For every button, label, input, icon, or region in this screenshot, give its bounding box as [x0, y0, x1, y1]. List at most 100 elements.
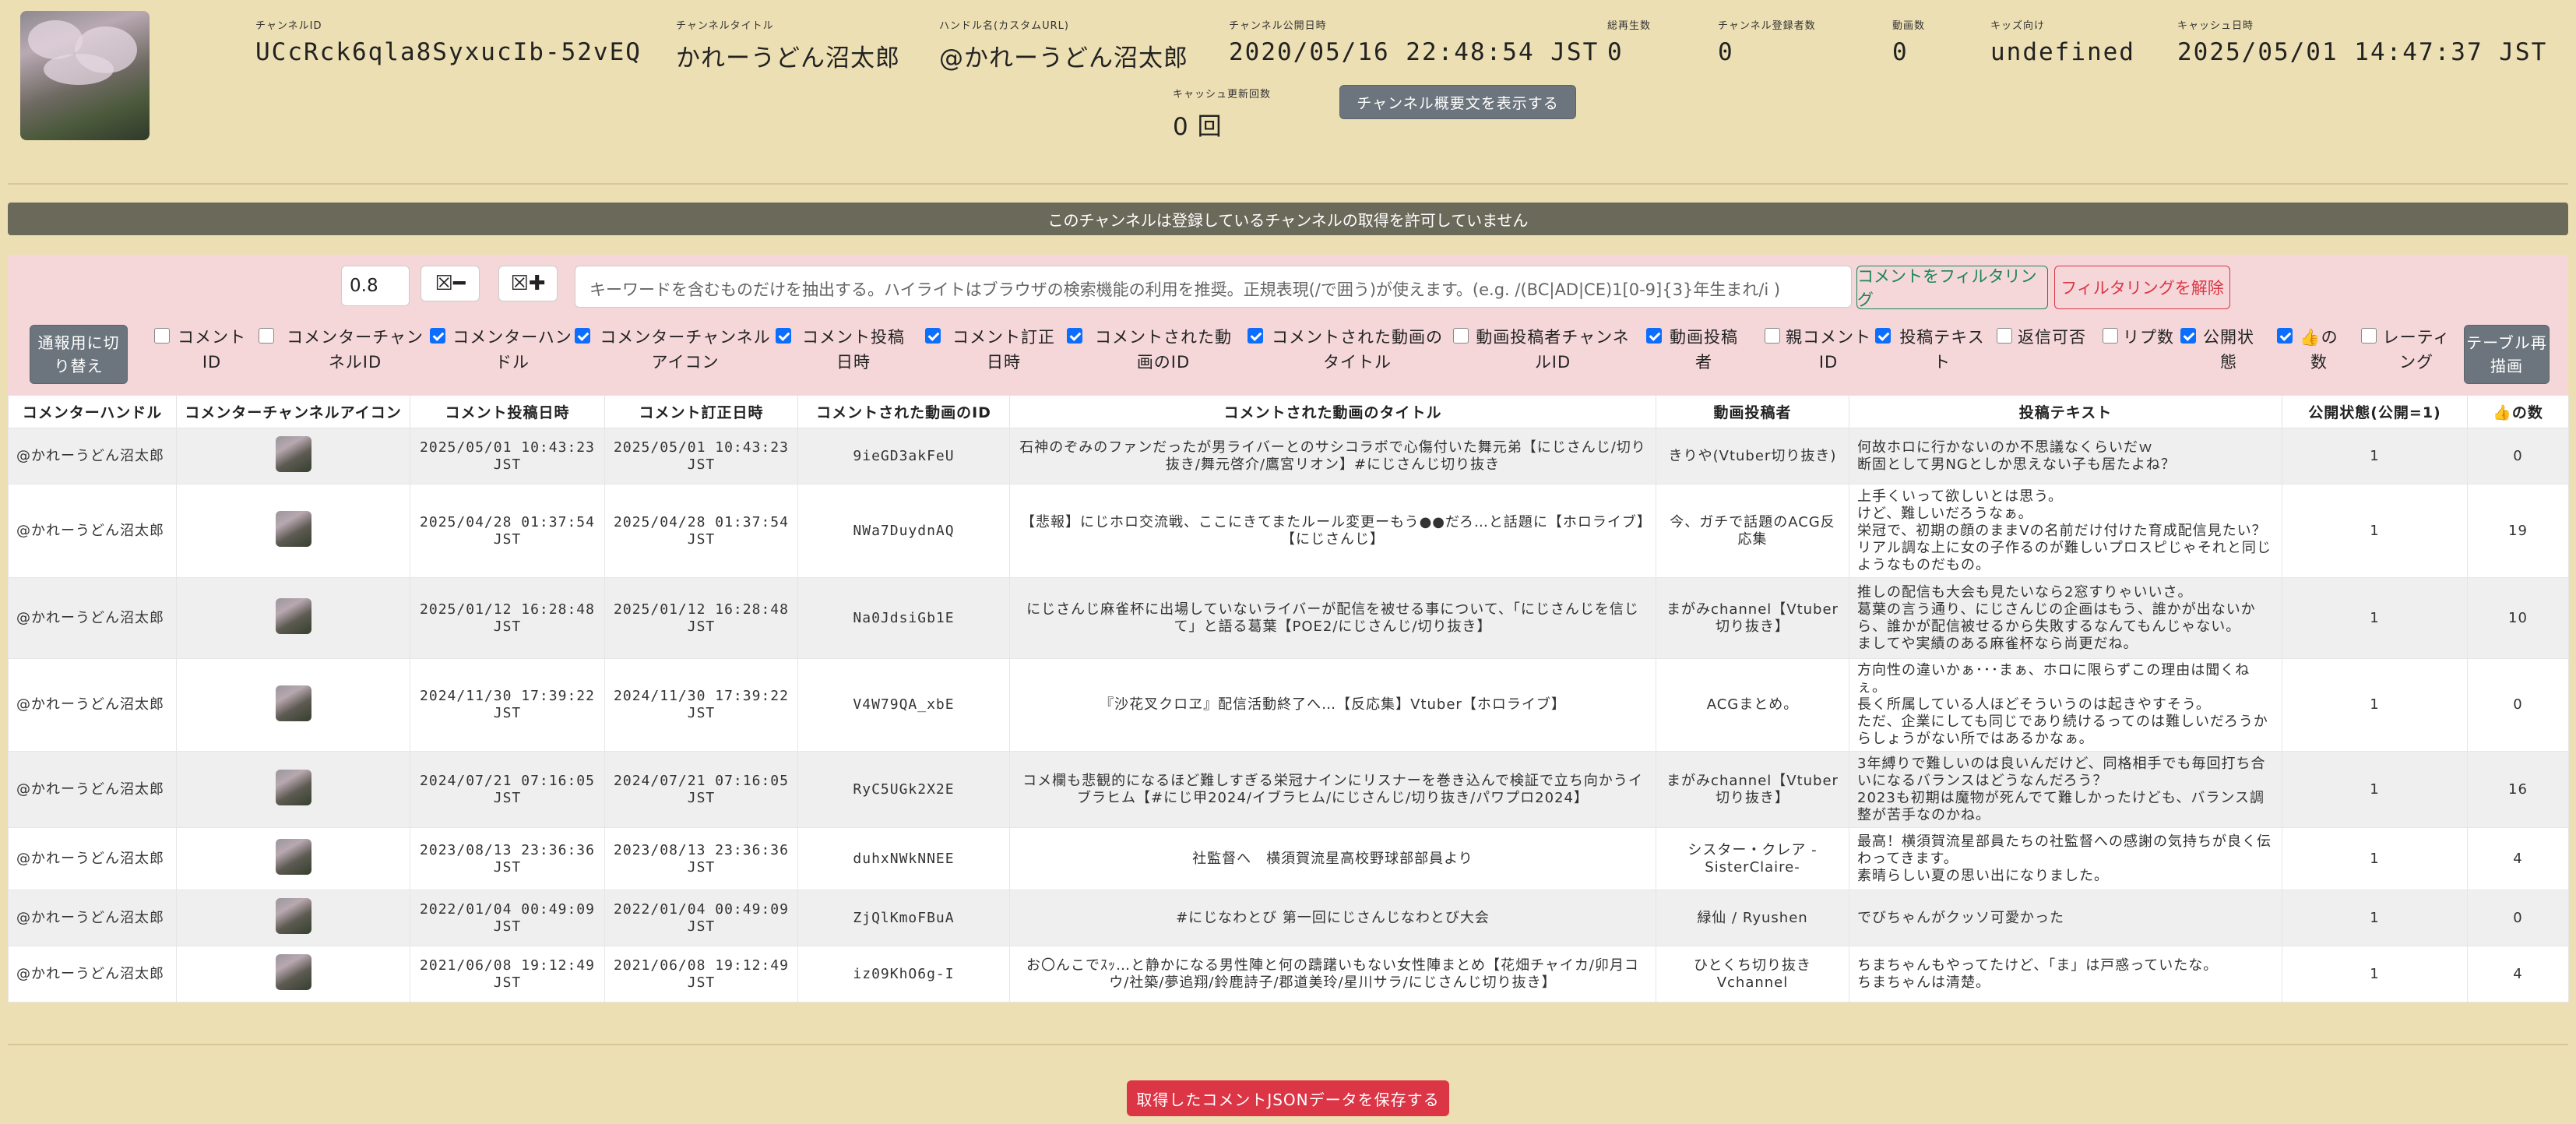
table-row[interactable]: @かれーうどん沼太郎 2022/01/04 00:49:09 JST 2022/01…	[8, 890, 2569, 946]
column-toggle[interactable]: 投稿テキスト	[1875, 325, 1989, 375]
show-description-button[interactable]: チャンネル概要文を表示する	[1339, 85, 1576, 119]
table-row[interactable]: @かれーうどん沼太郎 2025/04/28 01:37:54 JST 2025/04…	[8, 484, 2569, 578]
column-toggle-label: コメントされた動画のID	[1095, 328, 1232, 372]
filter-panel: 0.8 ☒━ ☒✚ キーワードを含むものだけを抽出する。ハイライトはブラウザの検…	[8, 255, 2568, 395]
column-checkbox[interactable]	[2180, 328, 2196, 344]
field-view-count: 総再生数 0	[1607, 20, 1652, 66]
increase-icon[interactable]: ☒✚	[498, 266, 558, 301]
cell-avatar	[176, 577, 410, 659]
table-row[interactable]: @かれーうどん沼太郎 2021/06/08 19:12:49 JST 2021/06…	[8, 946, 2569, 1002]
table-row[interactable]: @かれーうどん沼太郎 2024/11/30 17:39:22 JST 2024/11…	[8, 658, 2569, 752]
cell-public: 1	[2282, 890, 2468, 946]
column-toggle-label: コメント訂正日時	[952, 328, 1055, 372]
column-checkbox[interactable]	[430, 328, 445, 344]
column-toggle[interactable]: 返信可否	[1997, 325, 2087, 350]
cell-likes: 10	[2467, 577, 2569, 659]
column-checkbox[interactable]	[1875, 328, 1891, 344]
cell-posted: 2023/08/13 23:36:36 JST	[410, 827, 605, 890]
commenter-avatar	[275, 898, 311, 934]
cell-video-title: 社監督へ 横須賀流星高校野球部部員より	[1009, 827, 1656, 890]
column-toggle[interactable]: コメント投稿日時	[776, 325, 911, 375]
column-header[interactable]: コメントされた動画のID	[797, 395, 1010, 428]
column-toggle[interactable]: コメントされた動画のタイトル	[1248, 325, 1447, 375]
column-toggle-label: コメンターチャンネルID	[287, 328, 424, 372]
column-toggle-label: レーティング	[2382, 328, 2451, 372]
column-checkbox[interactable]	[1646, 328, 1662, 344]
column-header[interactable]: コメント投稿日時	[410, 395, 605, 428]
column-toggle[interactable]: コメント訂正日時	[925, 325, 1062, 375]
cell-uploader: ACGまとめ。	[1656, 658, 1849, 752]
column-checkbox[interactable]	[1997, 328, 2012, 344]
column-header[interactable]: 公開状態(公開=1)	[2282, 395, 2468, 428]
cell-public: 1	[2282, 658, 2468, 752]
column-toggle[interactable]: 動画投稿者	[1646, 325, 1741, 375]
decrease-icon[interactable]: ☒━	[421, 266, 480, 301]
cell-avatar	[176, 946, 410, 1002]
clear-filter-button[interactable]: フィルタリングを解除	[2054, 266, 2230, 309]
save-json-button[interactable]: 取得したコメントJSONデータを保存する	[1127, 1080, 1449, 1116]
column-toggles: コメントID コメンターチャンネルID コメンターハンドル コメンターチャンネルアイコ…	[8, 325, 2568, 387]
column-checkbox[interactable]	[2361, 328, 2377, 344]
column-toggle-label: コメントID	[178, 328, 246, 372]
column-checkbox[interactable]	[1765, 328, 1780, 344]
column-checkbox[interactable]	[2277, 328, 2293, 344]
filter-comments-button[interactable]: コメントをフィルタリング	[1856, 266, 2048, 309]
column-checkbox[interactable]	[575, 328, 590, 344]
column-checkbox[interactable]	[776, 328, 791, 344]
column-toggle[interactable]: コメンターハンドル	[430, 325, 575, 375]
cell-likes: 16	[2467, 751, 2569, 828]
cell-likes: 4	[2467, 827, 2569, 890]
cell-likes: 0	[2467, 890, 2569, 946]
column-toggle[interactable]: コメンターチャンネルアイコン	[575, 325, 776, 375]
column-checkbox[interactable]	[1248, 328, 1263, 344]
cell-public: 1	[2282, 428, 2468, 484]
table-header-row: コメンターハンドル コメンターチャンネルアイコン コメント投稿日時 コメント訂正日時コ…	[8, 395, 2569, 428]
table-row[interactable]: @かれーうどん沼太郎 2025/01/12 16:28:48 JST 2025/01…	[8, 577, 2569, 659]
threshold-input[interactable]: 0.8	[341, 266, 410, 306]
table-row[interactable]: @かれーうどん沼太郎 2023/08/13 23:36:36 JST 2023/08…	[8, 827, 2569, 890]
footer-divider	[8, 1044, 2568, 1045]
cell-edited: 2024/11/30 17:39:22 JST	[604, 658, 798, 752]
column-checkbox[interactable]	[1067, 328, 1082, 344]
cell-handle: @かれーうどん沼太郎	[8, 946, 177, 1002]
cell-uploader: シスター・クレア -SisterClaire-	[1656, 827, 1849, 890]
column-checkbox[interactable]	[1453, 328, 1469, 344]
cell-text: 最高！横須賀流星部員たちの社監督への感謝の気持ちが良く伝わってきます。 素晴らし…	[1849, 827, 2282, 890]
commenter-avatar	[275, 598, 311, 634]
column-header[interactable]: コメンターチャンネルアイコン	[176, 395, 410, 428]
cell-likes: 4	[2467, 946, 2569, 1002]
column-header[interactable]: 投稿テキスト	[1849, 395, 2282, 428]
column-header[interactable]: 動画投稿者	[1656, 395, 1849, 428]
table-row[interactable]: @かれーうどん沼太郎 2025/05/01 10:43:23 JST 2025/05…	[8, 428, 2569, 484]
column-toggle-label: 投稿テキスト	[1899, 328, 1985, 372]
column-header[interactable]: 👍の数	[2467, 395, 2569, 428]
column-checkbox[interactable]	[925, 328, 941, 344]
column-toggle[interactable]: コメンターチャンネルID	[259, 325, 431, 375]
notice-banner: このチャンネルは登録しているチャンネルの取得を許可していません	[8, 203, 2568, 235]
column-toggle[interactable]: 親コメントID	[1765, 325, 1872, 375]
column-header[interactable]: コメンターハンドル	[8, 395, 177, 428]
field-channel-title: チャンネルタイトル かれーうどん沼太郎	[676, 20, 900, 72]
column-header[interactable]: コメント訂正日時	[604, 395, 798, 428]
column-toggle[interactable]: 公開状態	[2180, 325, 2257, 375]
column-toggle-label: 返信可否	[2018, 328, 2086, 347]
column-toggle[interactable]: レーティング	[2361, 325, 2451, 375]
cell-uploader: まがみchannel【Vtuber切り抜き】	[1656, 751, 1849, 828]
cell-posted: 2025/04/28 01:37:54 JST	[410, 484, 605, 578]
column-toggle[interactable]: コメントされた動画のID	[1067, 325, 1240, 375]
column-toggle[interactable]: コメントID	[154, 325, 249, 375]
column-checkbox[interactable]	[259, 328, 274, 344]
table-row[interactable]: @かれーうどん沼太郎 2024/07/21 07:16:05 JST 2024/07…	[8, 751, 2569, 828]
column-toggle-label: コメンターハンドル	[452, 328, 572, 372]
column-toggle[interactable]: 動画投稿者チャンネルID	[1453, 325, 1632, 375]
column-checkbox[interactable]	[154, 328, 170, 344]
column-checkbox[interactable]	[2103, 328, 2118, 344]
cell-video-id: ZjQlKmoFBuA	[797, 890, 1010, 946]
cell-likes: 19	[2467, 484, 2569, 578]
keyword-filter-input[interactable]: キーワードを含むものだけを抽出する。ハイライトはブラウザの検索機能の利用を推奨。…	[575, 266, 1852, 308]
column-toggle[interactable]: 👍の数	[2277, 325, 2341, 375]
cell-handle: @かれーうどん沼太郎	[8, 751, 177, 828]
column-header[interactable]: コメントされた動画のタイトル	[1009, 395, 1656, 428]
column-toggle[interactable]: リプ数	[2103, 325, 2174, 350]
cell-video-id: duhxNWkNNEE	[797, 827, 1010, 890]
